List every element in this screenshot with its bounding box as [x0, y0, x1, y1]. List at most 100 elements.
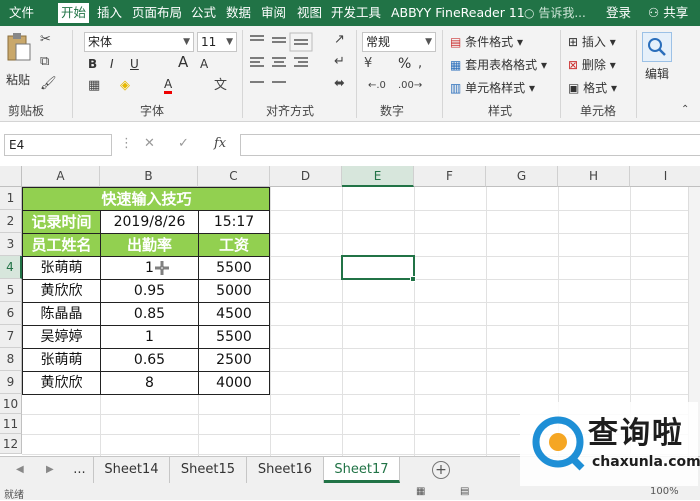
row-header-10[interactable]: 10 — [0, 394, 22, 414]
column-header-i[interactable]: I — [630, 166, 700, 187]
zoom-level[interactable]: 100% — [650, 486, 679, 497]
login-link[interactable]: 登录 — [606, 3, 631, 23]
menu-abbyy[interactable]: ABBYY FineReader 11 — [388, 3, 528, 23]
scroll-left-icon[interactable]: ◀ — [16, 462, 24, 478]
currency-icon[interactable]: ¥ — [364, 56, 372, 72]
tab-sheet17[interactable]: Sheet17 — [324, 457, 400, 483]
table-cell[interactable]: 8 — [101, 372, 198, 394]
date-cell[interactable]: 2019/8/26 — [101, 211, 198, 233]
table-cell[interactable]: 陈晶晶 — [23, 303, 100, 325]
row-header-7[interactable]: 7 — [0, 325, 22, 348]
table-cell[interactable]: 5000 — [199, 280, 269, 302]
menu-page-layout[interactable]: 页面布局 — [129, 3, 185, 23]
row-header-2[interactable]: 2 — [0, 210, 22, 233]
menu-review[interactable]: 审阅 — [258, 3, 289, 23]
scroll-right-icon[interactable]: ▶ — [46, 462, 54, 478]
conditional-formatting-button[interactable]: ▤ 条件格式 ▾ — [450, 34, 523, 50]
enter-icon[interactable]: ✓ — [178, 136, 189, 152]
increase-decimal-icon[interactable]: ←.0 — [368, 78, 386, 94]
cancel-icon[interactable]: ✕ — [144, 136, 155, 152]
menu-data[interactable]: 数据 — [223, 3, 254, 23]
select-all-corner[interactable] — [0, 166, 22, 187]
tell-me-box[interactable]: ○ 告诉我... — [524, 3, 586, 23]
row-header-4[interactable]: 4 — [0, 256, 22, 279]
row-header-5[interactable]: 5 — [0, 279, 22, 302]
title-cell[interactable]: 快速输入技巧 — [23, 188, 270, 210]
row-header-9[interactable]: 9 — [0, 371, 22, 394]
cut-icon[interactable]: ✂ — [40, 32, 51, 48]
name-box[interactable]: E4 — [4, 134, 112, 156]
insert-function-icon[interactable]: fx — [214, 136, 226, 152]
table-cell[interactable]: 4000 — [199, 372, 269, 394]
format-as-table-button[interactable]: ▦ 套用表格格式 ▾ — [450, 57, 547, 73]
menu-view[interactable]: 视图 — [294, 3, 325, 23]
font-color-button[interactable]: A — [164, 78, 173, 94]
column-header-e[interactable]: E — [342, 166, 414, 187]
menu-home[interactable]: 开始 — [58, 3, 90, 23]
tab-sheet16[interactable]: Sheet16 — [247, 457, 324, 483]
table-cell[interactable]: 1 — [101, 326, 198, 348]
paste-button[interactable]: 粘贴 — [4, 32, 34, 96]
menu-formulas[interactable]: 公式 — [188, 3, 219, 23]
tabs-overflow[interactable]: ... — [66, 457, 94, 483]
normal-view-icon[interactable]: ▦ — [416, 486, 425, 497]
insert-cells-button[interactable]: ⊞ 插入 ▾ — [568, 34, 616, 50]
orientation-icon[interactable]: ↗ — [334, 32, 345, 48]
page-layout-view-icon[interactable]: ▤ — [460, 486, 469, 497]
grow-font-button[interactable]: A — [178, 54, 188, 70]
bold-button[interactable]: B — [88, 56, 97, 72]
row-header-12[interactable]: 12 — [0, 434, 22, 454]
record-time-label-cell[interactable]: 记录时间 — [23, 211, 100, 233]
column-header-h[interactable]: H — [558, 166, 630, 187]
border-icon[interactable]: ▦ — [88, 78, 100, 94]
percent-button[interactable]: % — [398, 56, 411, 72]
copy-icon[interactable]: ⧉ — [40, 54, 49, 70]
header-salary[interactable]: 工资 — [199, 234, 269, 256]
underline-button[interactable]: U — [130, 56, 139, 72]
header-attendance[interactable]: 出勤率 — [101, 234, 198, 256]
column-header-b[interactable]: B — [100, 166, 198, 187]
font-name-select[interactable]: 宋体 ▼ — [84, 32, 194, 52]
fill-color-icon[interactable]: ◈ — [120, 78, 130, 94]
column-header-g[interactable]: G — [486, 166, 558, 187]
table-cell[interactable]: 0.85 — [101, 303, 198, 325]
add-sheet-button[interactable]: + — [432, 461, 450, 479]
table-cell[interactable]: 张萌萌 — [23, 349, 100, 371]
share-button[interactable]: ⚇ 共享 — [648, 3, 688, 23]
table-cell[interactable]: 1 — [101, 257, 198, 279]
time-cell[interactable]: 15:17 — [199, 211, 269, 233]
table-cell[interactable]: 2500 — [199, 349, 269, 371]
active-cell-selection[interactable] — [341, 255, 415, 280]
table-cell[interactable]: 0.95 — [101, 280, 198, 302]
font-size-select[interactable]: 11 ▼ — [197, 32, 237, 52]
decrease-decimal-icon[interactable]: .00→ — [398, 78, 422, 94]
table-cell[interactable]: 5500 — [199, 326, 269, 348]
table-cell[interactable]: 张萌萌 — [23, 257, 100, 279]
column-header-a[interactable]: A — [22, 166, 100, 187]
row-header-8[interactable]: 8 — [0, 348, 22, 371]
table-cell[interactable]: 5500 — [199, 257, 269, 279]
header-employee-name[interactable]: 员工姓名 — [23, 234, 100, 256]
row-header-1[interactable]: 1 — [0, 187, 22, 210]
tab-sheet14[interactable]: Sheet14 — [94, 457, 170, 483]
alignment-icons[interactable] — [248, 32, 330, 92]
menu-insert[interactable]: 插入 — [94, 3, 125, 23]
menu-file[interactable]: 文件 — [6, 3, 37, 23]
menu-developer[interactable]: 开发工具 — [328, 3, 384, 23]
table-cell[interactable]: 吴婷婷 — [23, 326, 100, 348]
tab-sheet15[interactable]: Sheet15 — [170, 457, 247, 483]
collapse-ribbon-icon[interactable]: ⌃ — [681, 102, 689, 118]
delete-cells-button[interactable]: ⊠ 删除 ▾ — [568, 57, 616, 73]
table-cell[interactable]: 黄欣欣 — [23, 280, 100, 302]
table-cell[interactable]: 0.65 — [101, 349, 198, 371]
shrink-font-button[interactable]: A — [200, 56, 208, 72]
row-header-11[interactable]: 11 — [0, 414, 22, 434]
wrap-text-icon[interactable]: ↵ — [334, 54, 345, 70]
merge-center-icon[interactable]: ⬌ — [334, 76, 345, 92]
column-header-f[interactable]: F — [414, 166, 486, 187]
number-format-select[interactable]: 常规 ▼ — [362, 32, 436, 52]
row-header-3[interactable]: 3 — [0, 233, 22, 256]
phonetic-icon[interactable]: 文 — [214, 78, 227, 94]
row-header-6[interactable]: 6 — [0, 302, 22, 325]
comma-icon[interactable]: , — [418, 56, 422, 72]
